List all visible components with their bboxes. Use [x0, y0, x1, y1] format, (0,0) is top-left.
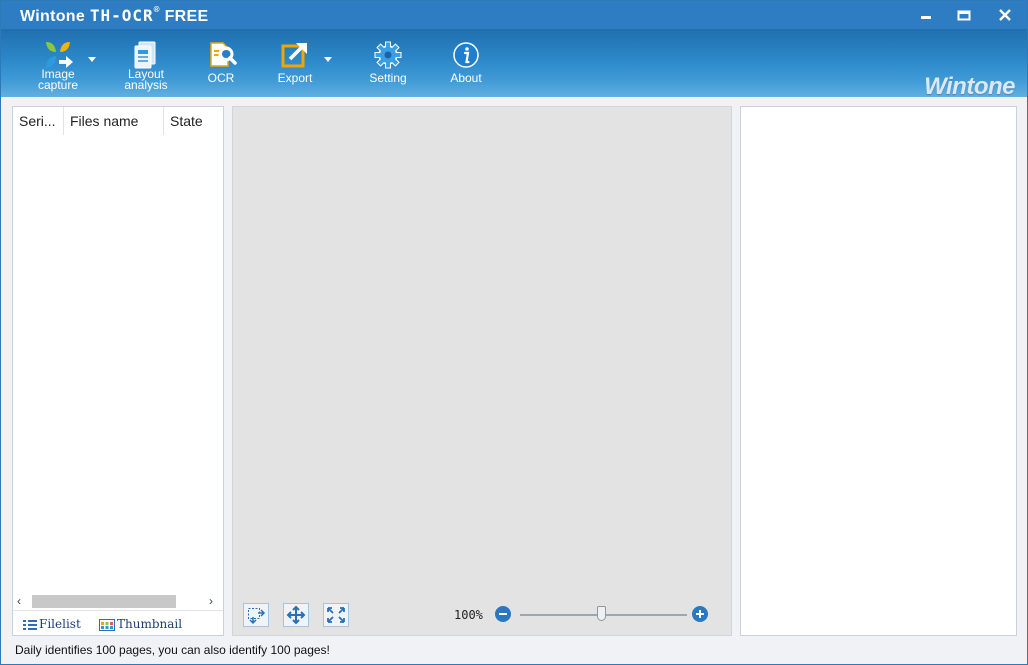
tab-thumbnail-label: Thumbnail [117, 617, 183, 631]
zoom-slider-thumb[interactable] [597, 606, 606, 621]
zoom-level: 100% [454, 608, 483, 622]
column-header-serial[interactable]: Seri... [13, 107, 64, 135]
scroll-right-arrow-icon[interactable]: › [209, 595, 219, 607]
brand-logo: Wintone [924, 73, 1015, 100]
export-label: Export [277, 71, 313, 85]
column-header-files-name[interactable]: Files name [64, 107, 164, 135]
select-region-icon [248, 608, 266, 625]
image-capture-icon [46, 42, 73, 68]
tab-filelist[interactable]: Filelist [23, 617, 81, 631]
maximize-icon [957, 10, 971, 21]
title-bar[interactable]: Wintone TH-OCR® FREE [1, 1, 1027, 29]
export-icon [281, 43, 307, 68]
tab-thumbnail[interactable]: Thumbnail [99, 617, 182, 631]
ocr-button[interactable]: OCR [197, 29, 245, 97]
pan-button[interactable] [283, 603, 309, 627]
fit-page-icon [327, 607, 345, 623]
minimize-button[interactable] [914, 4, 938, 26]
result-text-panel[interactable] [740, 106, 1017, 636]
export-dropdown-arrow[interactable] [324, 57, 332, 62]
fit-page-button[interactable] [323, 603, 349, 627]
ocr-icon [210, 42, 237, 67]
image-viewer-panel[interactable]: 100% [232, 106, 732, 636]
column-header-state[interactable]: State [164, 107, 223, 135]
close-button[interactable] [993, 4, 1017, 26]
about-label: About [450, 71, 482, 85]
horizontal-scrollbar[interactable]: ‹ › [13, 592, 223, 609]
gear-icon [374, 41, 402, 69]
file-view-tabs: Filelist Thumbnail [13, 610, 223, 636]
title-brand: Wintone [20, 8, 86, 25]
scroll-left-arrow-icon[interactable]: ‹ [17, 595, 27, 607]
about-button[interactable]: About [441, 29, 491, 97]
thumbnail-icon [99, 618, 115, 631]
image-capture-label: Image capture [37, 67, 79, 92]
layout-analysis-button[interactable]: Layout analysis [117, 29, 175, 97]
select-region-button[interactable] [243, 603, 269, 627]
file-list-panel: Seri... Files name State ‹ › Filelist Th… [12, 106, 224, 636]
export-button[interactable]: Export [269, 29, 321, 97]
ocr-label: OCR [207, 71, 235, 85]
scrollbar-thumb[interactable] [32, 595, 176, 608]
layout-analysis-icon [134, 41, 156, 69]
minus-icon [499, 613, 507, 615]
zoom-out-button[interactable] [495, 606, 511, 622]
toolbar: Image capture Layout analysis OCR Export… [1, 29, 1027, 100]
maximize-button[interactable] [952, 4, 976, 26]
title-registered-mark: ® [153, 5, 160, 14]
pan-icon [286, 605, 306, 625]
tab-filelist-label: Filelist [39, 617, 81, 631]
status-message: Daily identifies 100 pages, you can also… [15, 643, 330, 657]
close-icon [999, 9, 1011, 21]
app-window: Wintone TH-OCR® FREE Image capture Layou… [0, 0, 1028, 665]
info-icon [453, 42, 479, 68]
zoom-in-button[interactable] [692, 606, 708, 622]
list-icon [23, 619, 37, 630]
layout-analysis-label: Layout analysis [124, 67, 168, 92]
plus-icon [696, 610, 704, 618]
image-capture-dropdown-arrow[interactable] [88, 57, 96, 62]
setting-label: Setting [369, 71, 407, 85]
setting-button[interactable]: Setting [361, 29, 415, 97]
title-edition: FREE [164, 8, 209, 25]
image-capture-button[interactable]: Image capture [31, 29, 85, 97]
window-title: Wintone TH-OCR® FREE [20, 5, 209, 26]
minimize-icon [921, 16, 931, 19]
title-product: TH-OCR [89, 6, 154, 25]
